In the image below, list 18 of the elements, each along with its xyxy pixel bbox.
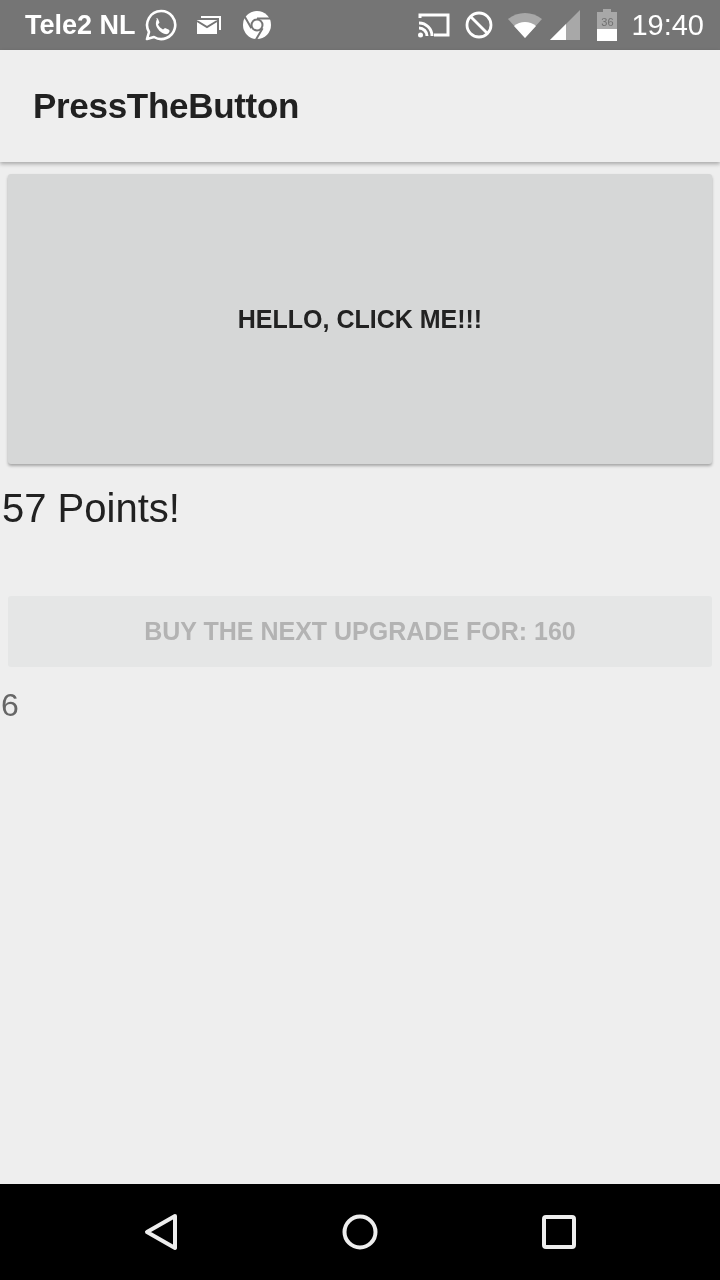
points-text: 57 Points! xyxy=(2,485,180,532)
click-me-button[interactable]: HELLO, CLICK ME!!! xyxy=(8,174,712,464)
battery-percent: 36 xyxy=(600,16,615,28)
battery-icon xyxy=(597,9,618,41)
do-not-disturb-icon xyxy=(465,11,494,39)
cast-icon xyxy=(417,11,452,39)
signal-icon xyxy=(550,10,581,40)
recent-apps-icon[interactable] xyxy=(542,1215,576,1249)
browser-icon xyxy=(241,10,272,40)
app-title: PressTheButton xyxy=(33,86,300,126)
carrier-name: Tele2 NL xyxy=(25,9,136,41)
chat-bubble-phone-icon xyxy=(143,8,178,42)
clock-time: 19:40 xyxy=(631,8,704,42)
email-icon xyxy=(195,15,222,35)
back-icon[interactable] xyxy=(144,1213,178,1251)
wifi-icon xyxy=(508,12,543,38)
upgrade-level-text: 6 xyxy=(1,687,19,723)
home-icon[interactable] xyxy=(342,1214,378,1250)
